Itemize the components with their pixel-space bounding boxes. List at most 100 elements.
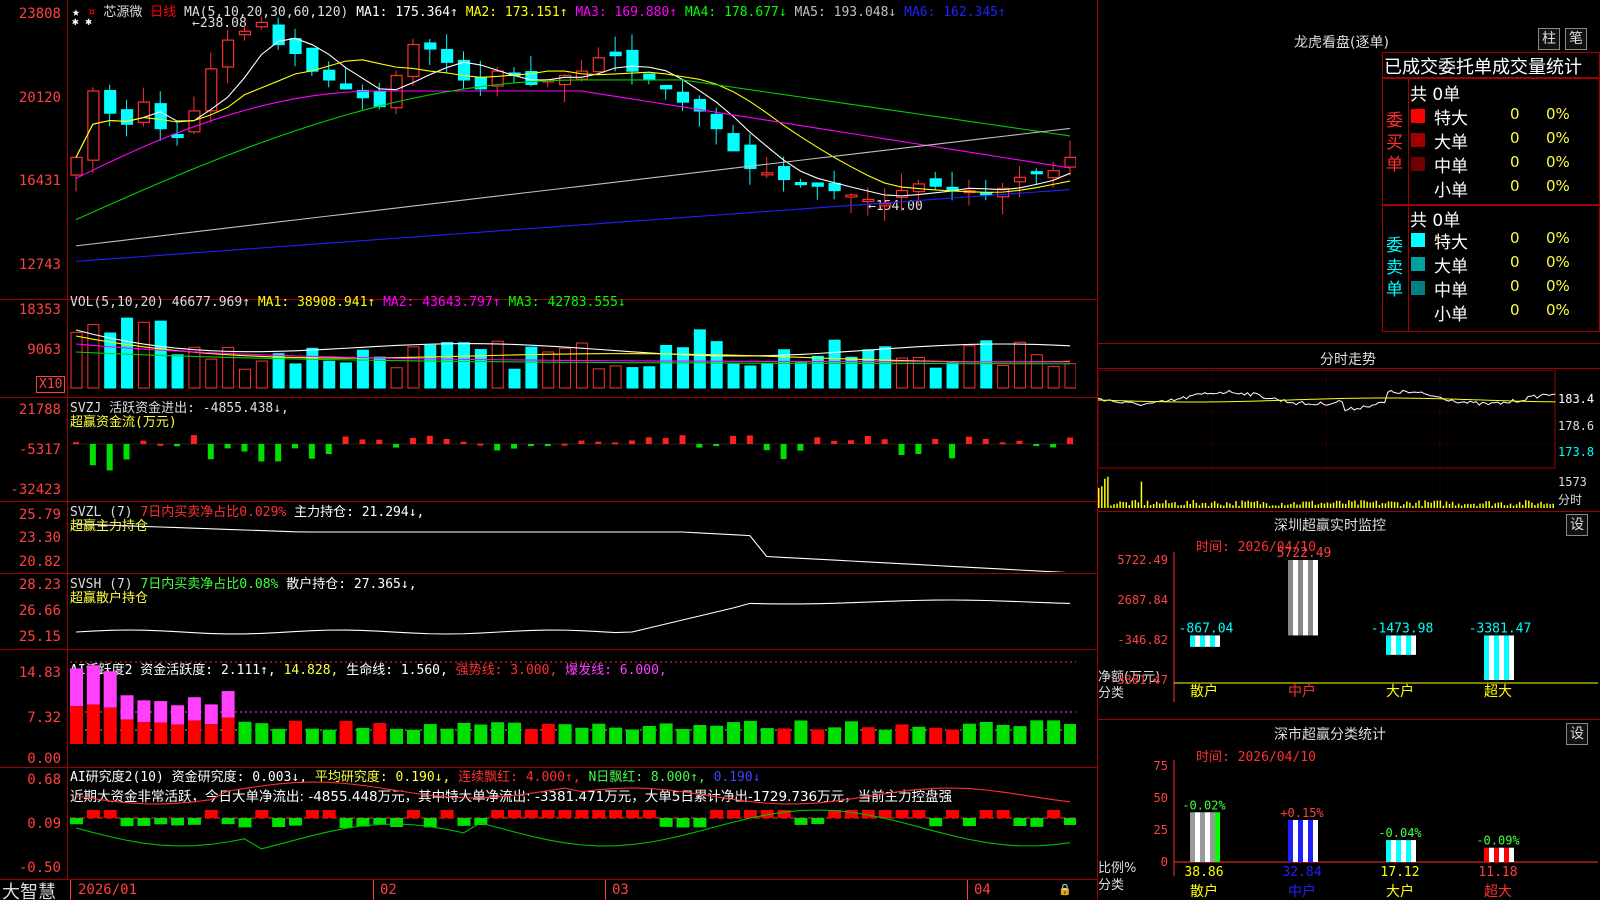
fenshi-vol-bar [1454, 505, 1457, 508]
lock-icon[interactable]: 🔒 [1058, 883, 1072, 896]
svzl-chart[interactable] [70, 502, 1076, 572]
flow-bar [342, 436, 349, 444]
classify-category-label: 超大 [1484, 884, 1512, 900]
fenshi-vol-bar [1223, 505, 1225, 508]
svzj-axis: 21788 -5317 -32423 [0, 398, 68, 502]
active-bar [676, 728, 690, 744]
fenshi-vol-bar [1256, 500, 1259, 508]
research-bar [339, 818, 353, 828]
fenshi-vol-bar [1482, 503, 1484, 508]
ai-active-chart[interactable] [70, 650, 1076, 766]
price-panel[interactable]: 23808 20120 16431 12743 ★ ¤ 芯源微 日线 MA(5,… [0, 0, 1098, 300]
classify-bar-stripe [1303, 819, 1308, 862]
fenshi-vol-bar [1284, 505, 1286, 508]
candle-body [323, 69, 336, 81]
price-tick: 20120 [18, 90, 61, 106]
lhb-panel: 龙虎看盘(逐单) 柱 笔 已成交委托单成交量统计 委买单 共 0单 特大 0 0% 大… [1098, 0, 1600, 344]
monitor-bar [1484, 635, 1514, 680]
volume-bar [525, 346, 538, 389]
volume-bar [896, 357, 909, 389]
candle-body [727, 133, 740, 152]
monitor-chart[interactable]: 5722.49 2687.84 -346.82 -3381.47 -867.04 散户 57… [1098, 542, 1600, 718]
legend-swatch [1411, 233, 1425, 247]
sell-group-label: 委卖单 [1386, 236, 1403, 300]
fenshi-chart[interactable] [1098, 370, 1556, 510]
flow-bar [275, 444, 282, 462]
fenshi-vol-bar [1296, 504, 1298, 508]
fenshi-vol-bar [1448, 503, 1451, 508]
fenshi-vol-bar [1299, 504, 1301, 508]
ai-research-panel[interactable]: 0.68 0.09 -0.50 AI研究度2(10) 资金研究度: 0.003↓… [0, 768, 1098, 880]
row-count: 0 [1510, 105, 1520, 123]
active-bar [238, 721, 252, 744]
active-bar [440, 728, 454, 744]
fenshi-vol-bar [1439, 500, 1442, 508]
flow-bar [932, 439, 939, 444]
flow-bar [207, 444, 214, 460]
ai-research-chart[interactable] [70, 768, 1076, 878]
svzj-tick: -32423 [10, 482, 61, 498]
fenshi-vol-bar [1186, 500, 1188, 508]
monitor-bar-stripe [1303, 560, 1308, 636]
monitor-panel[interactable]: 深圳超赢实时监控 设 时间: 2026/04/10 净额(万元) 分类 5722… [1098, 512, 1600, 720]
candle-body [154, 103, 167, 130]
flow-bar [443, 438, 450, 444]
volume-bar [929, 367, 942, 389]
fenshi-vol-bar [1509, 503, 1512, 508]
classify-settings-button[interactable]: 设 [1566, 723, 1588, 745]
ai-active-panel[interactable]: 14.83 7.32 0.00 AI活跃度2 资金活跃度: 2.111↑, 14… [0, 650, 1098, 768]
fenshi-vol-bar [1357, 504, 1359, 508]
candle-body [339, 83, 353, 90]
fenshi-vol-bar [1238, 505, 1240, 508]
volume-bar [491, 340, 504, 389]
fenshi-vol-bar [1207, 505, 1210, 508]
classify-tick: 25 [1154, 823, 1168, 837]
main-chart-area[interactable]: 23808 20120 16431 12743 ★ ¤ 芯源微 日线 MA(5,… [0, 0, 1098, 900]
fenshi-vol-bar [1226, 502, 1228, 508]
monitor-bar-stripe [1210, 635, 1215, 647]
research-bar [322, 810, 336, 818]
classify-bar-stripe [1386, 840, 1391, 862]
fenshi-vol-bar [1326, 502, 1329, 508]
volume-chart[interactable] [70, 300, 1076, 396]
svzl-panel[interactable]: 25.79 23.30 20.82 SVZL (7) 7日内买卖净占比0.029… [0, 502, 1098, 574]
x-tick: 2026/01 [78, 882, 138, 898]
candlestick-chart[interactable] [70, 0, 1076, 298]
svzj-chart[interactable] [70, 398, 1076, 500]
fenshi-panel[interactable]: 分时走势 183.4 178.6 173.8 1573 分时 [1098, 344, 1600, 512]
fenshi-vol-bar [1342, 503, 1344, 508]
volume-panel[interactable]: 18353 9063 X10 VOL(5,10,20) 46677.969↑ M… [0, 295, 1098, 398]
svsh-panel[interactable]: 28.23 26.66 25.15 SVSH (7) 7日内买卖净占比0.08%… [0, 574, 1098, 650]
svzj-panel[interactable]: 21788 -5317 -32423 SVZJ 活跃资金进出: -4855.43… [0, 398, 1098, 502]
classify-change-label: -0.02% [1182, 798, 1226, 812]
monitor-bar-stripe [1396, 635, 1401, 655]
active-bar [558, 724, 572, 744]
fenshi-vol-bar [1375, 500, 1378, 508]
monitor-bar [1386, 635, 1416, 655]
svsh-chart[interactable] [70, 574, 1076, 648]
fenshi-vol-bar [1119, 501, 1121, 508]
monitor-title: 深圳超赢实时监控 [1274, 518, 1386, 534]
monitor-bar-stripe [1504, 635, 1509, 680]
svsh-tick: 26.66 [18, 603, 61, 619]
fenshi-vol-bar [1338, 500, 1341, 508]
svsh-line [75, 599, 1071, 635]
fenshi-vol-bar [1168, 503, 1170, 508]
fenshi-vol-bar [1229, 503, 1231, 508]
monitor-bar-stripe [1215, 635, 1220, 647]
vol-unit-badge[interactable]: X10 [36, 376, 66, 393]
bar-mode-button[interactable]: 柱 [1538, 28, 1560, 50]
monitor-tick: 2687.84 [1117, 593, 1168, 607]
tick-mode-button[interactable]: 笔 [1565, 28, 1587, 50]
candle-body [744, 144, 757, 170]
classify-chart[interactable]: 75 50 25 0 -0.02% 38.86 散户 +0.15% 32.84 中户 -0.04% 1… [1098, 750, 1600, 900]
monitor-settings-button[interactable]: 设 [1566, 514, 1588, 536]
classify-panel[interactable]: 深市超赢分类统计 设 时间: 2026/04/10 比例% 分类 75 50 25 0… [1098, 720, 1600, 900]
ai-active-tick: 0.00 [27, 751, 61, 767]
volume-bar [660, 344, 673, 389]
active-bar [86, 665, 100, 705]
flow-bar [612, 442, 619, 445]
fenshi-vol-bar [1521, 504, 1524, 508]
volume-bar [373, 356, 386, 389]
volume-bar [609, 365, 622, 389]
